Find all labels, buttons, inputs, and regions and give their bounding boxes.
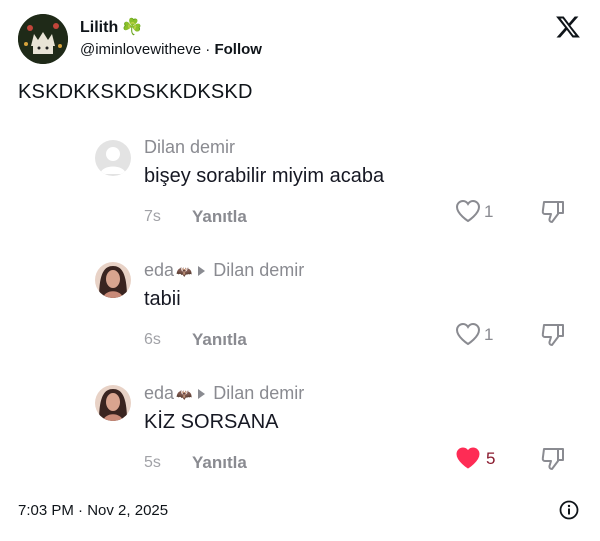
reply-to-username[interactable]: Dilan demir — [213, 383, 304, 403]
dislike-icon[interactable] — [540, 446, 566, 477]
comment-username-row: eda 🦇 Dilan demir — [144, 260, 304, 281]
comment-time: 7s — [144, 208, 161, 225]
like-count: 5 — [486, 449, 496, 468]
comment-time: 5s — [144, 454, 161, 471]
comment-username[interactable]: eda — [144, 383, 174, 403]
comment-text: tabii — [144, 288, 181, 310]
clover-icon: ☘️ — [122, 19, 143, 36]
follow-button[interactable]: Follow — [214, 41, 262, 58]
commenter-avatar[interactable] — [95, 385, 131, 421]
like-count: 1 — [484, 202, 494, 221]
reply-button[interactable]: Yanıtla — [192, 453, 247, 473]
comment-username[interactable]: Dilan demir — [144, 137, 235, 158]
author-name[interactable]: Lilith ☘️ — [80, 17, 142, 37]
comment-time: 6s — [144, 331, 161, 348]
heart-icon[interactable] — [455, 322, 481, 351]
author-handle-row: @iminlovewitheve · Follow — [80, 41, 262, 58]
author-display-name: Lilith — [80, 19, 119, 36]
reply-arrow-icon — [198, 389, 206, 400]
author-handle[interactable]: @iminlovewitheve — [80, 41, 201, 58]
commenter-avatar[interactable] — [95, 262, 131, 298]
dislike-icon[interactable] — [540, 199, 566, 230]
bat-icon: 🦇 — [176, 264, 193, 279]
tweet-timestamp[interactable]: 7:03 PM · Nov 2, 2025 — [18, 502, 168, 519]
tweet-date: Nov 2, 2025 — [87, 502, 169, 519]
comment-username[interactable]: eda — [144, 260, 174, 280]
reply-button[interactable]: Yanıtla — [192, 207, 247, 227]
comment-text: bişey sorabilir miyim acaba — [144, 165, 385, 187]
comment-username-row: eda 🦇 Dilan demir — [144, 383, 304, 404]
heart-icon[interactable] — [455, 199, 481, 228]
tweet-time: 7:03 PM — [18, 502, 74, 519]
dislike-icon[interactable] — [540, 322, 566, 353]
like-count: 1 — [484, 325, 494, 344]
author-avatar[interactable] — [18, 14, 68, 64]
bat-icon: 🦇 — [176, 387, 193, 402]
reply-button[interactable]: Yanıtla — [192, 330, 247, 350]
info-icon[interactable] — [559, 500, 579, 520]
heart-icon[interactable] — [455, 446, 481, 475]
tweet-text: KSKDKKSKDSKKDKSKD — [18, 81, 253, 103]
separator: · — [78, 502, 84, 519]
reply-to-username[interactable]: Dilan demir — [213, 260, 304, 280]
commenter-avatar[interactable] — [95, 140, 131, 176]
comment-text: KİZ SORSANA — [144, 411, 279, 433]
separator: · — [205, 41, 211, 58]
reply-arrow-icon — [198, 266, 206, 277]
x-logo-icon[interactable] — [555, 14, 581, 40]
